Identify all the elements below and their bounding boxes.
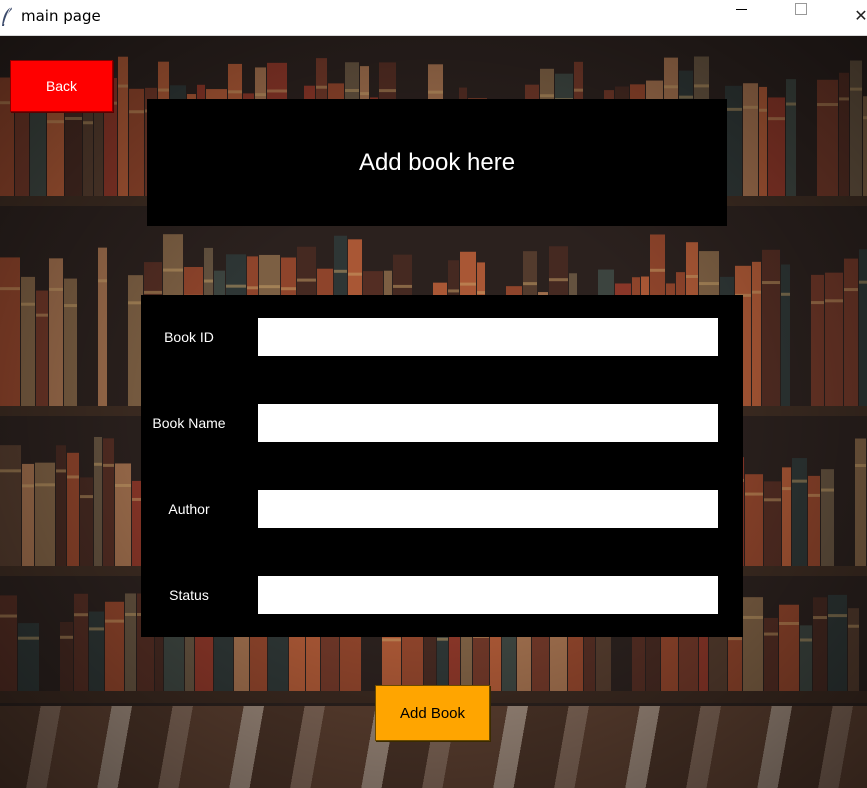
author-input[interactable]: [258, 490, 718, 528]
book-form: Book ID Book Name Author Status: [141, 295, 743, 637]
book-id-label: Book ID: [164, 329, 214, 345]
author-label: Author: [168, 501, 210, 517]
close-button[interactable]: ✕: [838, 0, 867, 32]
window-titlebar: main page ✕: [0, 0, 867, 36]
book-id-input[interactable]: [258, 318, 718, 356]
maximize-button[interactable]: [778, 0, 824, 32]
minimize-button[interactable]: [718, 0, 764, 32]
book-name-label: Book Name: [152, 415, 226, 431]
window-title: main page: [21, 7, 101, 25]
page-title: Add book here: [358, 148, 516, 176]
add-book-button[interactable]: Add Book: [375, 685, 490, 741]
book-name-input[interactable]: [258, 404, 718, 442]
status-input[interactable]: [258, 576, 718, 614]
header-panel: Add book here: [147, 99, 727, 226]
feather-icon: [2, 6, 12, 26]
status-label: Status: [169, 587, 209, 603]
back-button[interactable]: Back: [10, 60, 113, 112]
